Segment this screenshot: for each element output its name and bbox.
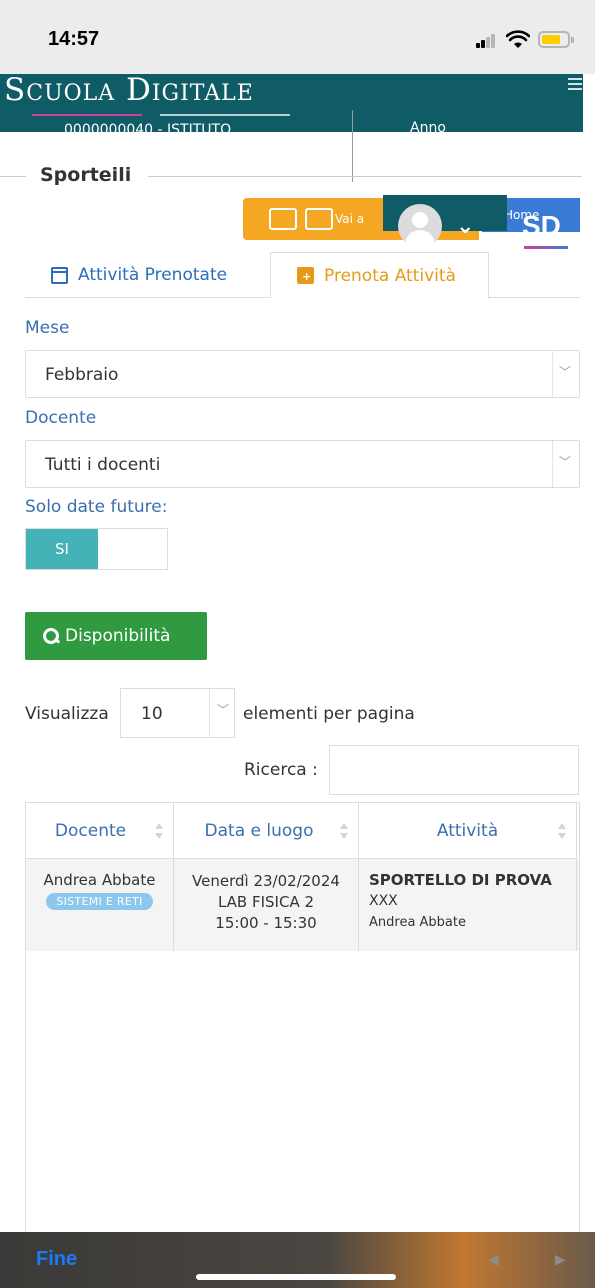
goto-label[interactable]: Vai a bbox=[335, 212, 364, 226]
future-dates-label: Solo date future: bbox=[25, 497, 168, 517]
status-bar: 14:57 bbox=[0, 0, 595, 74]
subject-badge: SISTEMI E RETI bbox=[46, 893, 153, 910]
avatar[interactable] bbox=[398, 204, 442, 248]
slot-date: Venerdì 23/02/2024 bbox=[192, 872, 340, 890]
battery-icon bbox=[538, 31, 574, 48]
sort-icon[interactable] bbox=[155, 823, 163, 839]
calendar-check-icon bbox=[51, 266, 68, 284]
back-arrow-icon[interactable]: ◀ bbox=[488, 1252, 499, 1268]
activity-teacher: Andrea Abbate bbox=[369, 915, 466, 930]
page-title: Sporteili bbox=[40, 164, 132, 186]
cell-activity: SPORTELLO DI PROVA XXX Andrea Abbate bbox=[359, 859, 577, 951]
tab-book-activity[interactable]: Prenota Attività bbox=[270, 252, 489, 299]
activity-title: SPORTELLO DI PROVA bbox=[369, 871, 552, 889]
teacher-value: Tutti i docenti bbox=[45, 455, 161, 475]
month-select[interactable]: Febbraio ﹀ bbox=[25, 350, 580, 398]
chevron-down-icon: ﹀ bbox=[558, 365, 571, 379]
show-label: Visualizza bbox=[25, 704, 109, 724]
cellular-signal-icon bbox=[476, 34, 496, 48]
chevron-down-icon: ﹀ bbox=[558, 455, 571, 469]
activity-code: XXX bbox=[369, 893, 398, 909]
search-input[interactable] bbox=[329, 745, 579, 795]
search-label: Ricerca : bbox=[244, 760, 318, 780]
column-header-activity[interactable]: Attività bbox=[359, 803, 577, 859]
search-icon bbox=[43, 628, 59, 644]
results-table: Docente Data e luogo Attività Andrea Abb… bbox=[25, 802, 580, 1232]
slot-place: LAB FISICA 2 bbox=[217, 893, 315, 911]
logo-underline bbox=[524, 246, 568, 249]
home-indicator[interactable] bbox=[196, 1274, 396, 1280]
divider bbox=[352, 110, 353, 182]
tab-booked-activities[interactable]: Attività Prenotate bbox=[25, 252, 268, 298]
tab-label: Prenota Attività bbox=[324, 265, 456, 286]
hamburger-menu-icon[interactable] bbox=[568, 78, 582, 90]
availability-button-label: Disponibilità bbox=[65, 626, 171, 646]
teacher-label: Docente bbox=[25, 408, 97, 428]
cell-teacher: Andrea Abbate SISTEMI E RETI bbox=[26, 859, 174, 951]
teacher-select[interactable]: Tutti i docenti ﹀ bbox=[25, 440, 580, 488]
logo-text: SD bbox=[522, 210, 561, 241]
column-header-label: Attività bbox=[436, 820, 499, 841]
brand-title: Scuola Digitale bbox=[4, 74, 254, 108]
cell-date-place: Venerdì 23/02/2024 LAB FISICA 2 15:00 - … bbox=[174, 859, 359, 951]
availability-button[interactable]: Disponibilità bbox=[25, 612, 207, 660]
tab-bar: Attività Prenotate Prenota Attività bbox=[25, 252, 580, 299]
school-year-label: Anno bbox=[410, 120, 446, 132]
status-time: 14:57 bbox=[48, 28, 100, 50]
column-header-date[interactable]: Data e luogo bbox=[174, 803, 359, 859]
tab-label: Attività Prenotate bbox=[78, 265, 228, 285]
divider bbox=[148, 176, 582, 177]
per-page-label: elementi per pagina bbox=[243, 704, 415, 724]
calendar-plus-icon bbox=[297, 267, 314, 284]
chevron-down-icon[interactable]: ⌄ bbox=[456, 214, 474, 239]
sort-icon[interactable] bbox=[558, 823, 566, 839]
slot-time: 15:00 - 15:30 bbox=[215, 914, 317, 932]
done-button[interactable]: Fine bbox=[36, 1248, 77, 1271]
toggle-on-label[interactable]: SI bbox=[26, 529, 98, 569]
sort-icon[interactable] bbox=[340, 823, 348, 839]
forward-arrow-icon[interactable]: ▶ bbox=[555, 1252, 566, 1268]
teacher-name: Andrea Abbate bbox=[43, 871, 156, 889]
header-banner: Scuola Digitale 0000000040 - ISTITUTO An… bbox=[0, 74, 583, 132]
divider bbox=[0, 176, 26, 177]
chevron-down-icon: ﹀ bbox=[217, 703, 230, 717]
page-length-select[interactable]: 10 ﹀ bbox=[120, 688, 235, 738]
month-value: Febbraio bbox=[45, 365, 119, 385]
table-row[interactable]: Andrea Abbate SISTEMI E RETI Venerdì 23/… bbox=[26, 859, 579, 951]
mail-icon[interactable] bbox=[305, 208, 333, 230]
browser-icon[interactable] bbox=[269, 208, 297, 230]
page-length-value: 10 bbox=[141, 704, 163, 724]
month-label: Mese bbox=[25, 318, 70, 338]
column-header-label: Docente bbox=[54, 820, 127, 841]
future-dates-toggle[interactable]: SI bbox=[25, 528, 168, 570]
column-header-label: Data e luogo bbox=[204, 820, 314, 841]
wifi-icon bbox=[506, 30, 530, 48]
school-code: 0000000040 - ISTITUTO bbox=[64, 122, 232, 132]
column-header-teacher[interactable]: Docente bbox=[26, 803, 174, 859]
